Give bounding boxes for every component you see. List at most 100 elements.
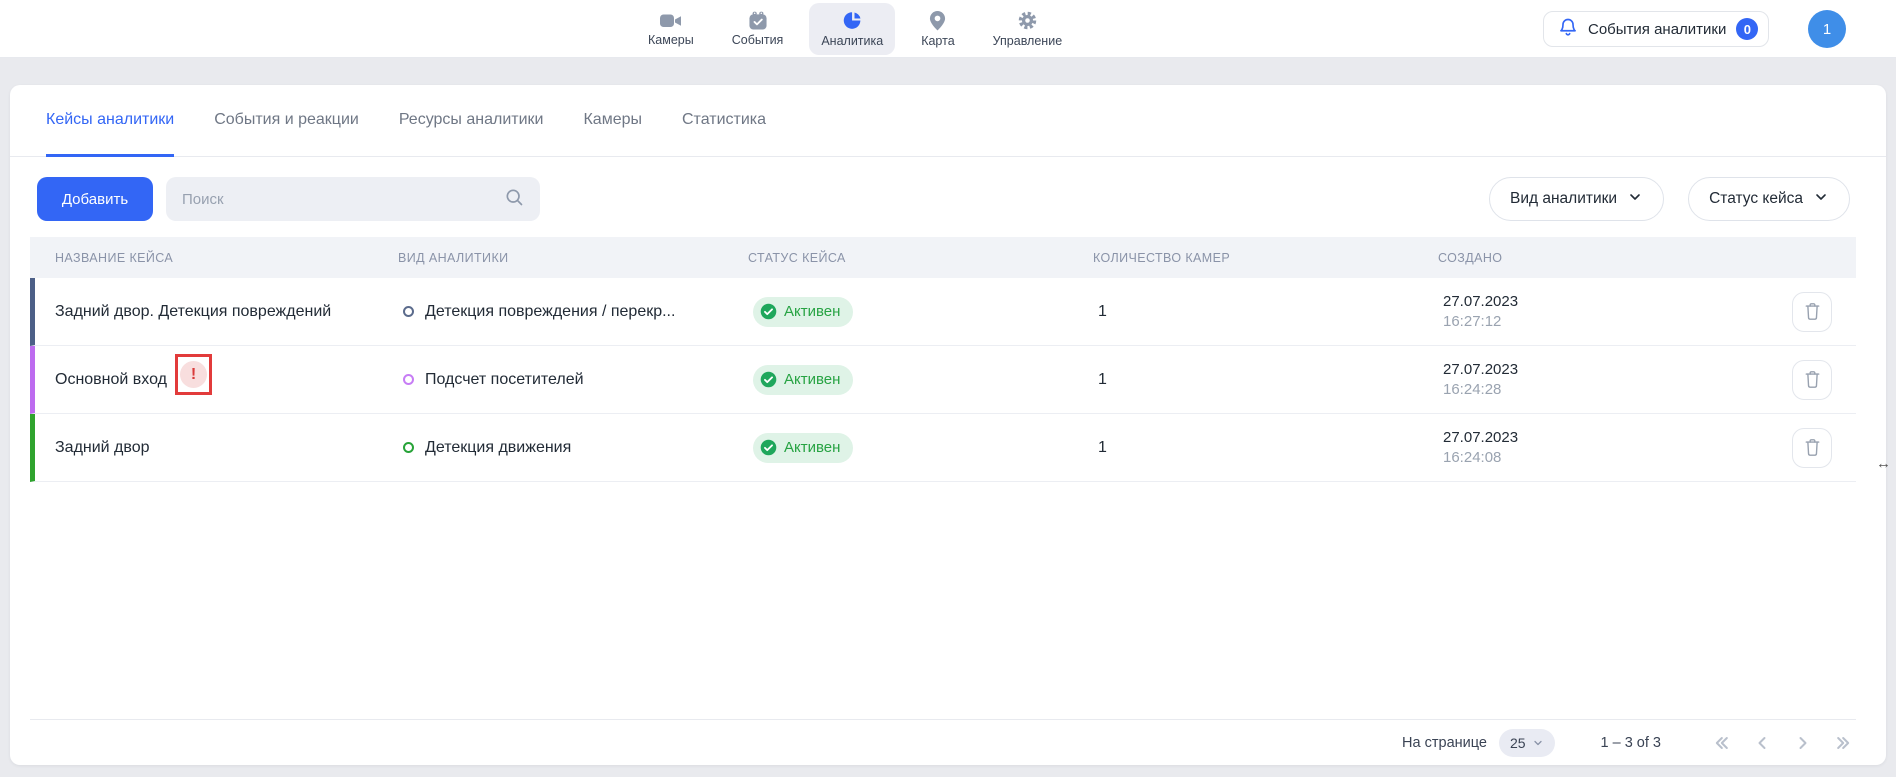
analytics-type-cell: Подсчет посетителей — [403, 371, 753, 389]
cases-table: НАЗВАНИЕ КЕЙСА ВИД АНАЛИТИКИ СТАТУС КЕЙС… — [30, 237, 1856, 482]
nav-label: Управление — [993, 34, 1063, 48]
created-time: 16:27:12 — [1443, 312, 1773, 332]
status-cell: Активен — [753, 297, 1098, 327]
calendar-check-icon — [748, 11, 768, 30]
pager-controls — [1711, 733, 1856, 753]
tab-events-reactions[interactable]: События и реакции — [214, 85, 359, 157]
pagination-bar: На странице 25 1 – 3 of 3 — [30, 719, 1856, 765]
per-page-select[interactable]: 25 — [1499, 729, 1555, 757]
status-cell: Активен — [753, 365, 1098, 395]
created-date: 27.07.2023 — [1443, 360, 1773, 380]
filter-case-status[interactable]: Статус кейса — [1688, 177, 1850, 221]
tab-bar: Кейсы аналитики События и реакции Ресурс… — [10, 85, 1886, 157]
chevron-down-icon — [1813, 189, 1829, 210]
trash-icon — [1804, 370, 1821, 389]
events-count-badge: 0 — [1736, 18, 1758, 40]
search-icon[interactable] — [504, 187, 524, 212]
camera-count: 1 — [1098, 371, 1443, 389]
created-cell: 27.07.2023 16:27:12 — [1443, 292, 1773, 332]
analytics-type-icon — [403, 374, 414, 385]
nav-label: Карта — [921, 34, 954, 48]
created-cell: 27.07.2023 16:24:08 — [1443, 428, 1773, 468]
trash-icon — [1804, 438, 1821, 457]
toolbar: Добавить Вид аналитики Статус кейса — [37, 177, 1850, 221]
camera-icon — [659, 12, 682, 30]
analytics-events-button[interactable]: События аналитики 0 — [1543, 11, 1769, 47]
trash-icon — [1804, 302, 1821, 321]
actions-cell — [1773, 292, 1856, 332]
case-name: Задний двор — [35, 439, 403, 457]
table-header: НАЗВАНИЕ КЕЙСА ВИД АНАЛИТИКИ СТАТУС КЕЙС… — [30, 237, 1856, 278]
search-box[interactable] — [166, 177, 540, 221]
table-row[interactable]: Задний двор. Детекция повреждений Детекц… — [30, 278, 1856, 346]
created-time: 16:24:08 — [1443, 448, 1773, 468]
analytics-type-label: Подсчет посетителей — [425, 371, 584, 389]
table-row[interactable]: Задний двор Детекция движения Активен 1 … — [30, 414, 1856, 482]
actions-cell — [1773, 428, 1856, 468]
analytics-type-icon — [403, 306, 414, 317]
created-cell: 27.07.2023 16:24:28 — [1443, 360, 1773, 400]
analytics-type-label: Детекция движения — [425, 439, 571, 457]
annotation-highlight: ! — [175, 354, 212, 395]
nav-item-analytics[interactable]: Аналитика — [809, 3, 895, 55]
user-avatar[interactable]: 1 — [1808, 10, 1846, 48]
mouse-cursor: ↔ — [1876, 455, 1891, 472]
analytics-cases-panel: Кейсы аналитики События и реакции Ресурс… — [10, 85, 1886, 765]
case-name: Основной вход ! — [35, 364, 403, 395]
status-label: Активен — [784, 439, 840, 456]
filter-label: Статус кейса — [1709, 190, 1803, 208]
tab-analytics-cases[interactable]: Кейсы аналитики — [46, 85, 174, 157]
previous-page-button[interactable] — [1752, 733, 1772, 753]
camera-count: 1 — [1098, 303, 1443, 321]
tab-cameras[interactable]: Камеры — [583, 85, 642, 157]
case-name: Задний двор. Детекция повреждений — [35, 303, 403, 321]
analytics-type-cell: Детекция повреждения / перекр... — [403, 303, 753, 321]
chevron-down-icon — [1627, 189, 1643, 210]
column-header-case-status: СТАТУС КЕЙСА — [748, 251, 1093, 265]
nav-item-map[interactable]: Карта — [909, 3, 966, 55]
events-button-label: События аналитики — [1588, 21, 1726, 38]
per-page-value: 25 — [1510, 735, 1526, 751]
table-row[interactable]: Основной вход ! Подсчет посетителей Акти… — [30, 346, 1856, 414]
delete-button[interactable] — [1792, 360, 1832, 400]
status-label: Активен — [784, 303, 840, 320]
nav-label: Камеры — [648, 33, 694, 47]
check-circle-icon — [760, 371, 777, 388]
nav-item-events[interactable]: События — [720, 3, 796, 55]
check-circle-icon — [760, 303, 777, 320]
map-pin-icon — [929, 10, 946, 31]
filter-analytics-type[interactable]: Вид аналитики — [1489, 177, 1664, 221]
add-button[interactable]: Добавить — [37, 177, 153, 221]
status-cell: Активен — [753, 433, 1098, 463]
status-badge: Активен — [753, 297, 853, 327]
pie-chart-icon — [842, 10, 863, 31]
actions-cell — [1773, 360, 1856, 400]
column-header-created: СОЗДАНО — [1438, 251, 1768, 265]
bell-icon — [1558, 17, 1578, 42]
analytics-type-cell: Детекция движения — [403, 439, 753, 457]
created-date: 27.07.2023 — [1443, 428, 1773, 448]
first-page-button[interactable] — [1711, 733, 1731, 753]
search-input[interactable] — [182, 191, 494, 208]
nav-label: Аналитика — [821, 34, 883, 48]
main-nav: Камеры События Аналитика Карта Управлени — [636, 0, 1074, 58]
last-page-button[interactable] — [1834, 733, 1854, 753]
created-time: 16:24:28 — [1443, 380, 1773, 400]
delete-button[interactable] — [1792, 292, 1832, 332]
column-header-camera-count: КОЛИЧЕСТВО КАМЕР — [1093, 251, 1438, 265]
tab-analytics-resources[interactable]: Ресурсы аналитики — [399, 85, 544, 157]
filter-label: Вид аналитики — [1510, 190, 1617, 208]
nav-item-cameras[interactable]: Камеры — [636, 3, 706, 55]
alert-icon: ! — [180, 361, 207, 388]
camera-count: 1 — [1098, 439, 1443, 457]
check-circle-icon — [760, 439, 777, 456]
top-navigation-bar: Камеры События Аналитика Карта Управлени — [0, 0, 1896, 58]
nav-item-management[interactable]: Управление — [981, 3, 1075, 55]
status-badge: Активен — [753, 365, 853, 395]
next-page-button[interactable] — [1793, 733, 1813, 753]
tab-statistics[interactable]: Статистика — [682, 85, 766, 157]
nav-label: События — [732, 33, 784, 47]
delete-button[interactable] — [1792, 428, 1832, 468]
status-badge: Активен — [753, 433, 853, 463]
column-header-analytics-type: ВИД АНАЛИТИКИ — [398, 251, 748, 265]
